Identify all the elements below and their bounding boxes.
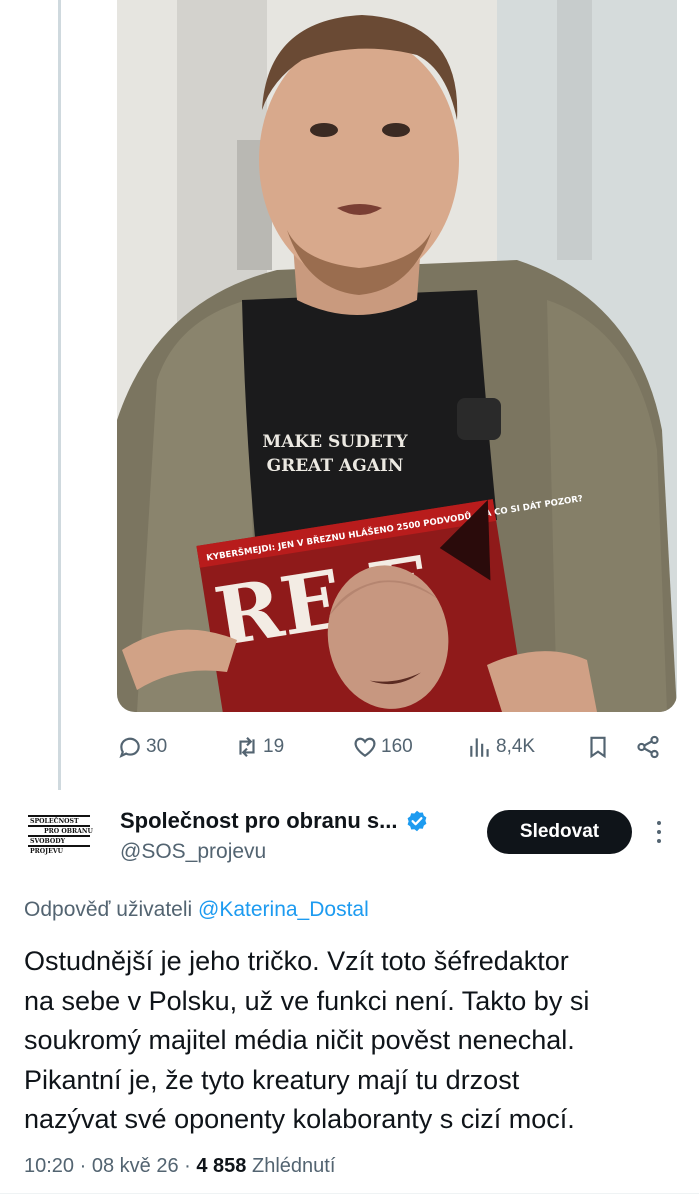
tweet-action-bar: 30 19 160 8,4K [117, 730, 677, 764]
verified-badge-icon[interactable] [405, 809, 429, 833]
share-icon [637, 735, 659, 759]
reply-count: 30 [146, 736, 168, 757]
reply-icon [119, 737, 140, 758]
share-button[interactable] [635, 730, 661, 764]
tweet-text-line: na sebe v Polsku, už ve funkci není. Tak… [24, 985, 590, 1016]
views-button[interactable]: 8,4K [467, 730, 535, 764]
tweet-text-line: Pikantní je, že tyto kreatury mají tu dr… [24, 1064, 520, 1095]
avatar-text-4: PROJEVU [30, 848, 64, 855]
more-options-icon[interactable] [653, 818, 665, 848]
tweet-text-line: nazývat své oponenty kolaboranty s cizí … [24, 1104, 575, 1134]
repost-count: 19 [263, 736, 285, 757]
reply-context: Odpověď uživateli @Katerina_Dostal [24, 898, 369, 922]
like-count: 160 [381, 736, 413, 757]
tweet-meta: 10:20 · 08 kvě 26 · 4 858 Zhlédnutí [24, 1155, 336, 1177]
view-label: Zhlédnutí [251, 1155, 336, 1177]
shirt-text-line1: MAKE SUDETY [262, 432, 408, 452]
shirt-text-line2: GREAT AGAIN [267, 456, 404, 476]
views-count: 8,4K [496, 736, 536, 757]
tweet-date[interactable]: 08 kvě 26 [92, 1155, 179, 1177]
display-name[interactable]: Společnost pro obranu s... [120, 808, 397, 834]
bookmark-button[interactable] [585, 730, 611, 764]
reply-button[interactable]: 30 [117, 730, 167, 764]
tweet-text-line: soukromý majitel média ničit pověst nene… [24, 1025, 575, 1055]
reply-context-user-link[interactable]: @Katerina_Dostal [198, 898, 369, 921]
views-icon [470, 738, 489, 757]
video-media[interactable]: MAKE SUDETY GREAT AGAIN KYBERŠMEJDI: JEN… [117, 0, 677, 712]
avatar-text-2: PRO OBRANU [44, 828, 94, 835]
heart-icon [354, 737, 376, 757]
thread-line [58, 0, 61, 790]
avatar[interactable]: SPOLEČNOST PRO OBRANU SVOBODY PROJEVU [24, 812, 94, 856]
repost-button[interactable]: 19 [234, 730, 284, 764]
like-button[interactable]: 160 [352, 730, 413, 764]
view-count: 4 858 [196, 1155, 247, 1177]
repost-icon [239, 737, 255, 757]
author-name-row: Společnost pro obranu s... [120, 808, 429, 834]
avatar-text-3: SVOBODY [30, 838, 66, 845]
avatar-text-1: SPOLEČNOST [30, 817, 79, 825]
reply-context-prefix: Odpověď uživateli [24, 898, 193, 921]
divider [0, 1193, 699, 1194]
tweet-text: Ostudnější je jeho tričko. Vzít toto šéf… [24, 942, 684, 1140]
tweet-time[interactable]: 10:20 [24, 1155, 74, 1177]
bookmark-icon [590, 736, 606, 759]
tweet-text-line: Ostudnější je jeho tričko. Vzít toto šéf… [24, 946, 569, 976]
author-handle[interactable]: @SOS_projevu [120, 840, 266, 864]
follow-button[interactable]: Sledovat [487, 810, 632, 854]
